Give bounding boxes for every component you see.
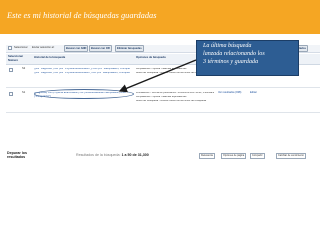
results-prefix: Resultados de la búsqueda: [76, 153, 121, 157]
title-banner: Este es mi historial de búsquedas guarda… [0, 0, 320, 34]
select-all-checkbox[interactable] [8, 46, 12, 50]
slide: Este es mi historial de búsquedas guarda… [0, 0, 320, 240]
row-s1-checkbox[interactable] [9, 92, 13, 96]
search-with-and-button[interactable]: Buscar con AND [64, 45, 89, 52]
results-range: 1 a 50 de 31,300 [121, 153, 149, 157]
col-number: Número [8, 59, 19, 62]
relevance-select[interactable]: Relevancia [199, 153, 215, 159]
row-s2-id: S2 [22, 67, 26, 70]
callout-text: La última búsqueda lanzada relacionando … [203, 43, 265, 65]
row-s1-edit-link[interactable]: Editar [250, 91, 257, 95]
alert-option-select[interactable]: Cambiar de vencimiento [276, 153, 306, 159]
select-label: Seleccionar [14, 46, 28, 49]
share-select[interactable]: Compartir [250, 153, 265, 159]
refine-results-label: Depurar los resultados [7, 151, 27, 160]
row-s1-mode: Modo de búsqueda - Buscar todos los térm… [136, 100, 207, 102]
delete-searches-button[interactable]: Eliminar búsquedas [115, 45, 144, 52]
results-bar [0, 150, 320, 166]
row-s1-id: S1 [22, 91, 26, 94]
row-s2-checkbox[interactable] [9, 68, 13, 72]
row-s1-results-link[interactable]: Ver resultados (938) [218, 91, 241, 95]
page-options-select[interactable]: Opciones de página [221, 153, 247, 159]
results-summary: Resultados de la búsqueda: 1 a 50 de 31,… [76, 153, 149, 158]
col-history: Historial de la búsqueda [34, 56, 66, 59]
search-with-or-button[interactable]: Buscar con OR [89, 45, 112, 52]
combine-label: Enviar selección al: [32, 46, 55, 49]
slide-title: Este es mi historial de búsquedas guarda… [7, 11, 157, 20]
